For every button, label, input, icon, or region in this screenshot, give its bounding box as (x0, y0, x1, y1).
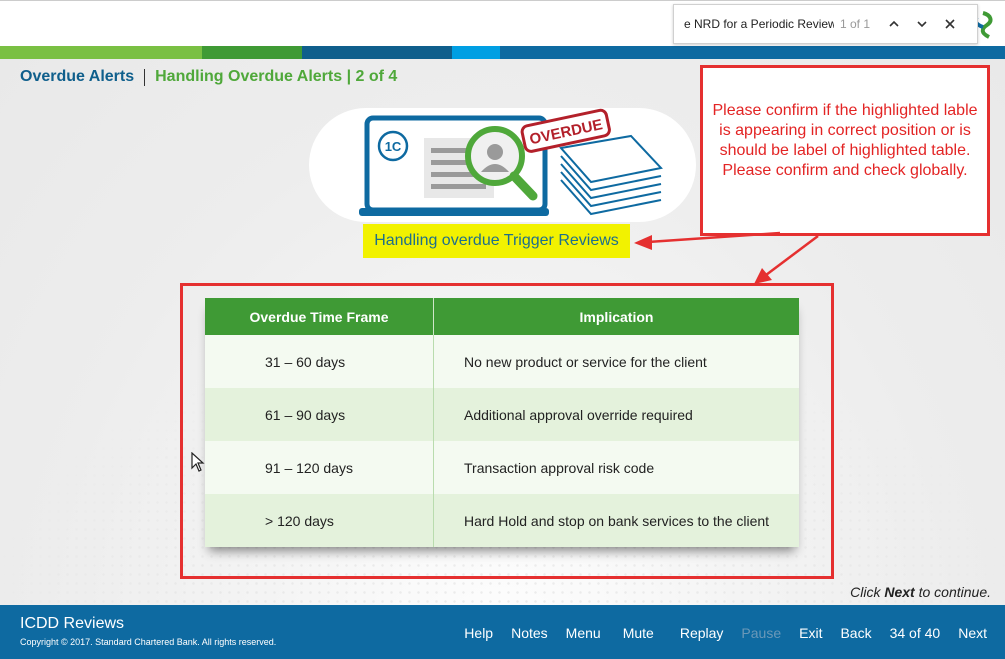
table-row: 91 – 120 days Transaction approval risk … (205, 441, 799, 494)
course-title: ICDD Reviews (20, 615, 125, 632)
table-cell-time: 61 – 90 days (205, 388, 434, 441)
overdue-implications-table: Overdue Time Frame Implication 31 – 60 d… (205, 298, 799, 547)
back-button[interactable]: Back (840, 625, 871, 641)
mouse-cursor-icon (191, 452, 205, 472)
help-button[interactable]: Help (464, 625, 493, 641)
table-cell-time: > 120 days (205, 494, 434, 547)
slide-progress: 34 of 40 (889, 625, 941, 641)
table-cell-time: 91 – 120 days (205, 441, 434, 494)
table-cell-implication: Transaction approval risk code (464, 459, 655, 476)
table-header-time: Overdue Time Frame (205, 298, 434, 335)
table-row: 31 – 60 days No new product or service f… (205, 335, 799, 388)
table-row: 61 – 90 days Additional approval overrid… (205, 388, 799, 441)
mute-button[interactable]: Mute (623, 625, 654, 641)
exit-button[interactable]: Exit (799, 625, 822, 641)
arrow-head-icon (634, 235, 652, 250)
table-cell-implication: No new product or service for the client (464, 353, 707, 370)
pause-button: Pause (741, 625, 782, 641)
table-cell-implication: Additional approval override required (464, 406, 693, 423)
table-row: > 120 days Hard Hold and stop on bank se… (205, 494, 799, 547)
table-header-row: Overdue Time Frame Implication (205, 298, 799, 335)
table-cell-time: 31 – 60 days (205, 335, 434, 388)
player-nav: Help Notes Menu Mute Replay Pause Exit B… (446, 625, 987, 641)
arrow-head-icon (754, 268, 772, 284)
player-footer: ICDD Reviews Copyright © 2017. Standard … (0, 605, 1005, 659)
notes-button[interactable]: Notes (511, 625, 548, 641)
next-button[interactable]: Next (958, 625, 987, 641)
table-header-implication: Implication (579, 308, 654, 325)
continue-hint: Click Next to continue. (850, 584, 991, 600)
table-cell-implication: Hard Hold and stop on bank services to t… (464, 512, 770, 529)
menu-button[interactable]: Menu (566, 625, 601, 641)
copyright-text: Copyright © 2017. Standard Chartered Ban… (20, 637, 277, 647)
replay-button[interactable]: Replay (680, 625, 724, 641)
